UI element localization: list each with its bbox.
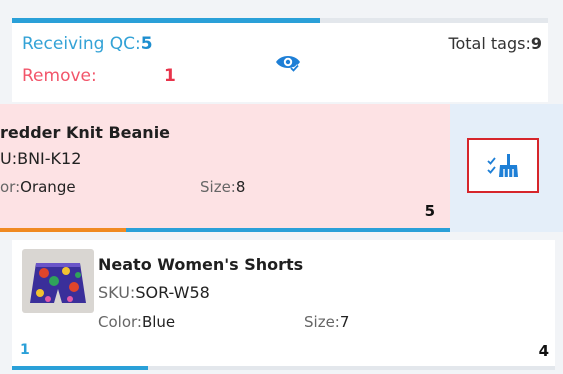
item-size: Size:7 xyxy=(304,313,349,331)
size-value: 8 xyxy=(235,178,246,196)
sku-value: SOR-W58 xyxy=(135,283,210,302)
item-progress-bar xyxy=(12,366,555,370)
remove-label: Remove: xyxy=(22,66,97,86)
item-sku: SKU:SOR-W58 xyxy=(98,283,210,302)
total-tags-label: Total tags: xyxy=(448,34,531,53)
broom-clean-icon xyxy=(487,153,518,177)
item-color: or:Orange xyxy=(0,178,76,196)
size-label: Size: xyxy=(304,313,340,331)
color-value: Orange xyxy=(20,178,76,196)
item-count: 4 xyxy=(538,342,549,360)
item-color: Color:Blue xyxy=(98,313,175,331)
item-progress-fill xyxy=(12,366,148,370)
size-label: Size: xyxy=(200,178,236,196)
receiving-qc-label: Receiving QC: xyxy=(22,34,141,54)
total-tags-text: Total tags:9 xyxy=(448,34,542,53)
sku-value: BNI-K12 xyxy=(17,149,82,168)
item-count: 5 xyxy=(424,202,435,220)
item-progress-bar xyxy=(0,228,450,232)
item-title: Neato Women's Shorts xyxy=(98,255,304,274)
total-tags-count: 9 xyxy=(530,34,542,53)
item-size: Size:8 xyxy=(200,178,245,196)
swipe-action-panel xyxy=(450,104,563,232)
color-value: Blue xyxy=(141,313,176,331)
color-label: or: xyxy=(0,178,21,196)
size-value: 7 xyxy=(339,313,350,331)
eye-check-icon[interactable] xyxy=(274,53,302,73)
product-thumbnail xyxy=(22,249,94,313)
item-title: redder Knit Beanie xyxy=(0,123,171,142)
sku-label: SKU: xyxy=(98,283,136,302)
clean-tag-button[interactable] xyxy=(467,138,539,193)
item-sku: U:BNI-K12 xyxy=(0,149,81,168)
scanned-count: 1 xyxy=(20,342,30,358)
color-label: Color: xyxy=(98,313,142,331)
remove-count: 1 xyxy=(164,66,176,86)
list-item[interactable]: Neato Women's Shorts SKU:SOR-W58 Color:B… xyxy=(12,240,555,366)
receiving-qc-text: Receiving QC:5 xyxy=(22,34,153,54)
sku-label: U: xyxy=(0,149,18,168)
list-item[interactable]: redder Knit Beanie U:BNI-K12 or:Orange S… xyxy=(0,104,450,228)
summary-panel: Receiving QC:5 Remove: 1 Total tags:9 xyxy=(12,23,548,102)
receiving-qc-count: 5 xyxy=(140,34,153,54)
item-progress-fill xyxy=(0,228,126,232)
